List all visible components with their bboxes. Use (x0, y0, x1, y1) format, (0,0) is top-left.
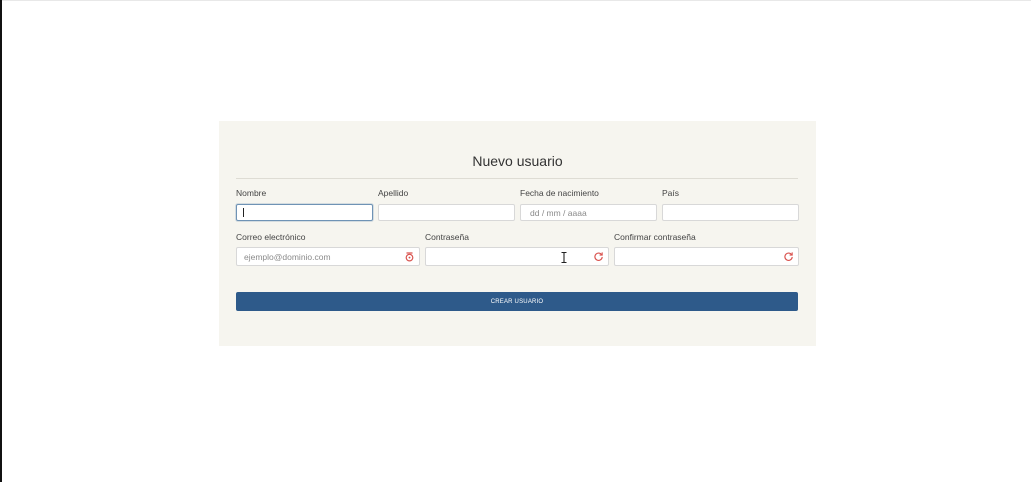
apellido-label: Apellido (378, 188, 409, 198)
nombre-label: Nombre (236, 188, 267, 198)
new-user-form: Nuevo usuario Nombre Apellido Fecha de n… (219, 121, 816, 346)
text-caret (243, 208, 244, 217)
confirmar-contrasena-input[interactable] (614, 247, 799, 266)
password-manager-icon[interactable] (783, 251, 794, 262)
contrasena-input[interactable] (425, 247, 609, 266)
contrasena-label: Contraseña (425, 232, 469, 242)
password-manager-icon[interactable] (593, 251, 604, 262)
nombre-input[interactable] (236, 204, 373, 221)
correo-input[interactable]: ejemplo@dominio.com (236, 247, 420, 266)
fecha-nacimiento-input[interactable]: dd / mm / aaaa (520, 204, 657, 221)
ibeam-cursor-icon (561, 252, 567, 263)
pais-label: País (662, 188, 680, 198)
correo-label: Correo electrónico (236, 232, 306, 242)
title-divider (236, 178, 798, 179)
fecha-nacimiento-label: Fecha de nacimiento (520, 188, 599, 198)
crear-usuario-button[interactable]: CREAR USUARIO (236, 292, 798, 311)
correo-placeholder: ejemplo@dominio.com (244, 252, 331, 262)
window-top-edge (0, 0, 1031, 1)
fecha-nacimiento-placeholder: dd / mm / aaaa (530, 208, 587, 218)
window-left-edge (0, 0, 2, 482)
confirmar-contrasena-label: Confirmar contraseña (614, 232, 696, 242)
password-manager-icon[interactable] (404, 251, 415, 262)
form-title: Nuevo usuario (472, 153, 563, 169)
pais-input[interactable] (662, 204, 799, 221)
apellido-input[interactable] (378, 204, 515, 221)
